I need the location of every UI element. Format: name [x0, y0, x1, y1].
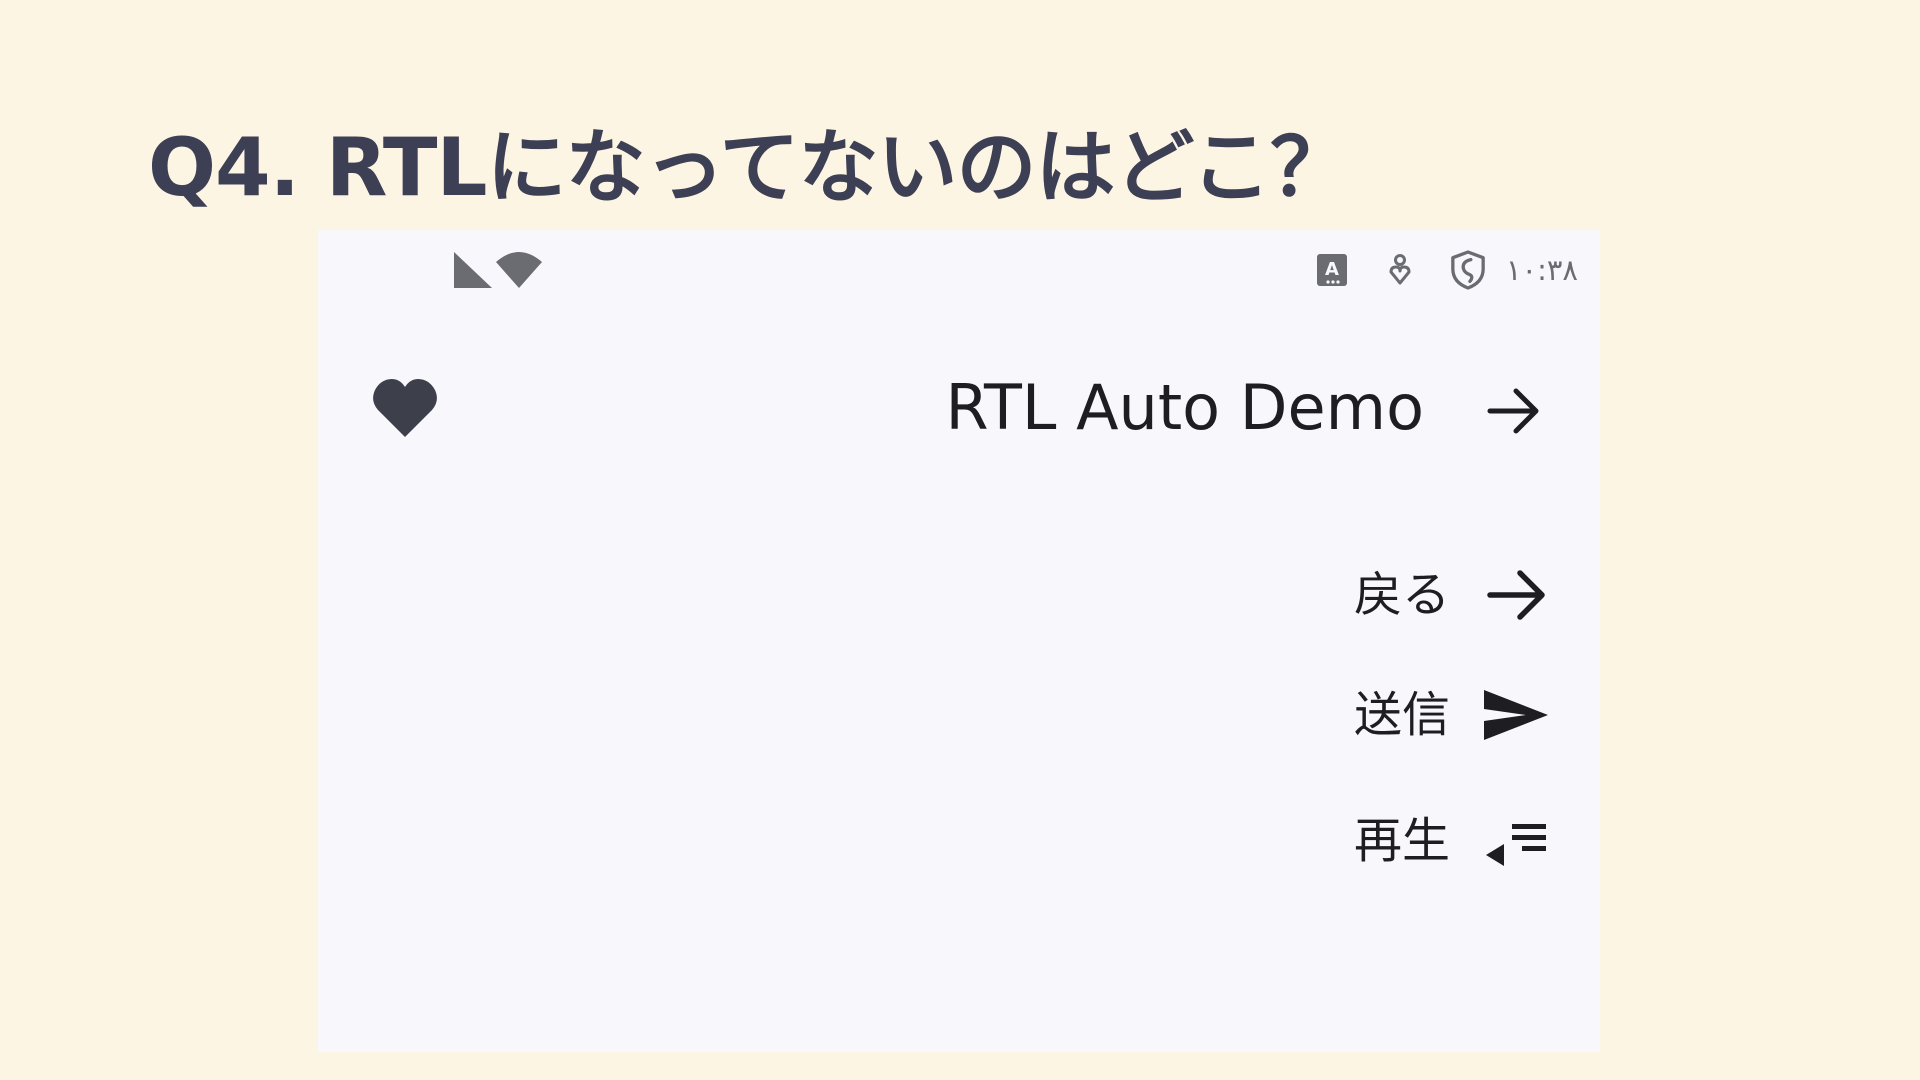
accessibility-icon: [1382, 250, 1418, 290]
status-bar: A ١٠:٣٨: [318, 230, 1600, 310]
app-title: RTL Auto Demo: [945, 371, 1424, 444]
status-bar-right: A ١٠:٣٨: [1314, 246, 1578, 294]
arrow-right-icon[interactable]: [1486, 386, 1542, 436]
send-icon: [1484, 690, 1548, 740]
heart-icon[interactable]: [372, 377, 438, 439]
slide: Q4. RTLになってないのはどこ？ A ١٠:٣٨ RTL Auto Demo…: [0, 0, 1920, 1080]
list-item-send[interactable]: 送信: [900, 670, 1600, 760]
list-item-label: 再生: [1353, 813, 1450, 869]
play-list-icon: [1486, 824, 1546, 866]
status-time: ١٠:٣٨: [1505, 253, 1578, 287]
list-item-label: 戻る: [1353, 567, 1450, 623]
list-item-label: 送信: [1353, 687, 1450, 743]
wifi-icon: [496, 252, 542, 288]
list-item-play[interactable]: 再生: [900, 796, 1600, 886]
shield-icon: [1450, 250, 1486, 290]
app-bar: RTL Auto Demo: [318, 350, 1600, 480]
slide-title: Q4. RTLになってないのはどこ？: [148, 121, 1350, 214]
arrow-right-icon: [1487, 570, 1545, 620]
phone-screen: A ١٠:٣٨ RTL Auto Demo 戻る 送信 再生: [318, 230, 1600, 1052]
list-item-back[interactable]: 戻る: [900, 550, 1600, 640]
translate-icon: A: [1314, 250, 1350, 290]
signal-icon: [454, 252, 492, 288]
svg-text:A: A: [1325, 259, 1339, 280]
